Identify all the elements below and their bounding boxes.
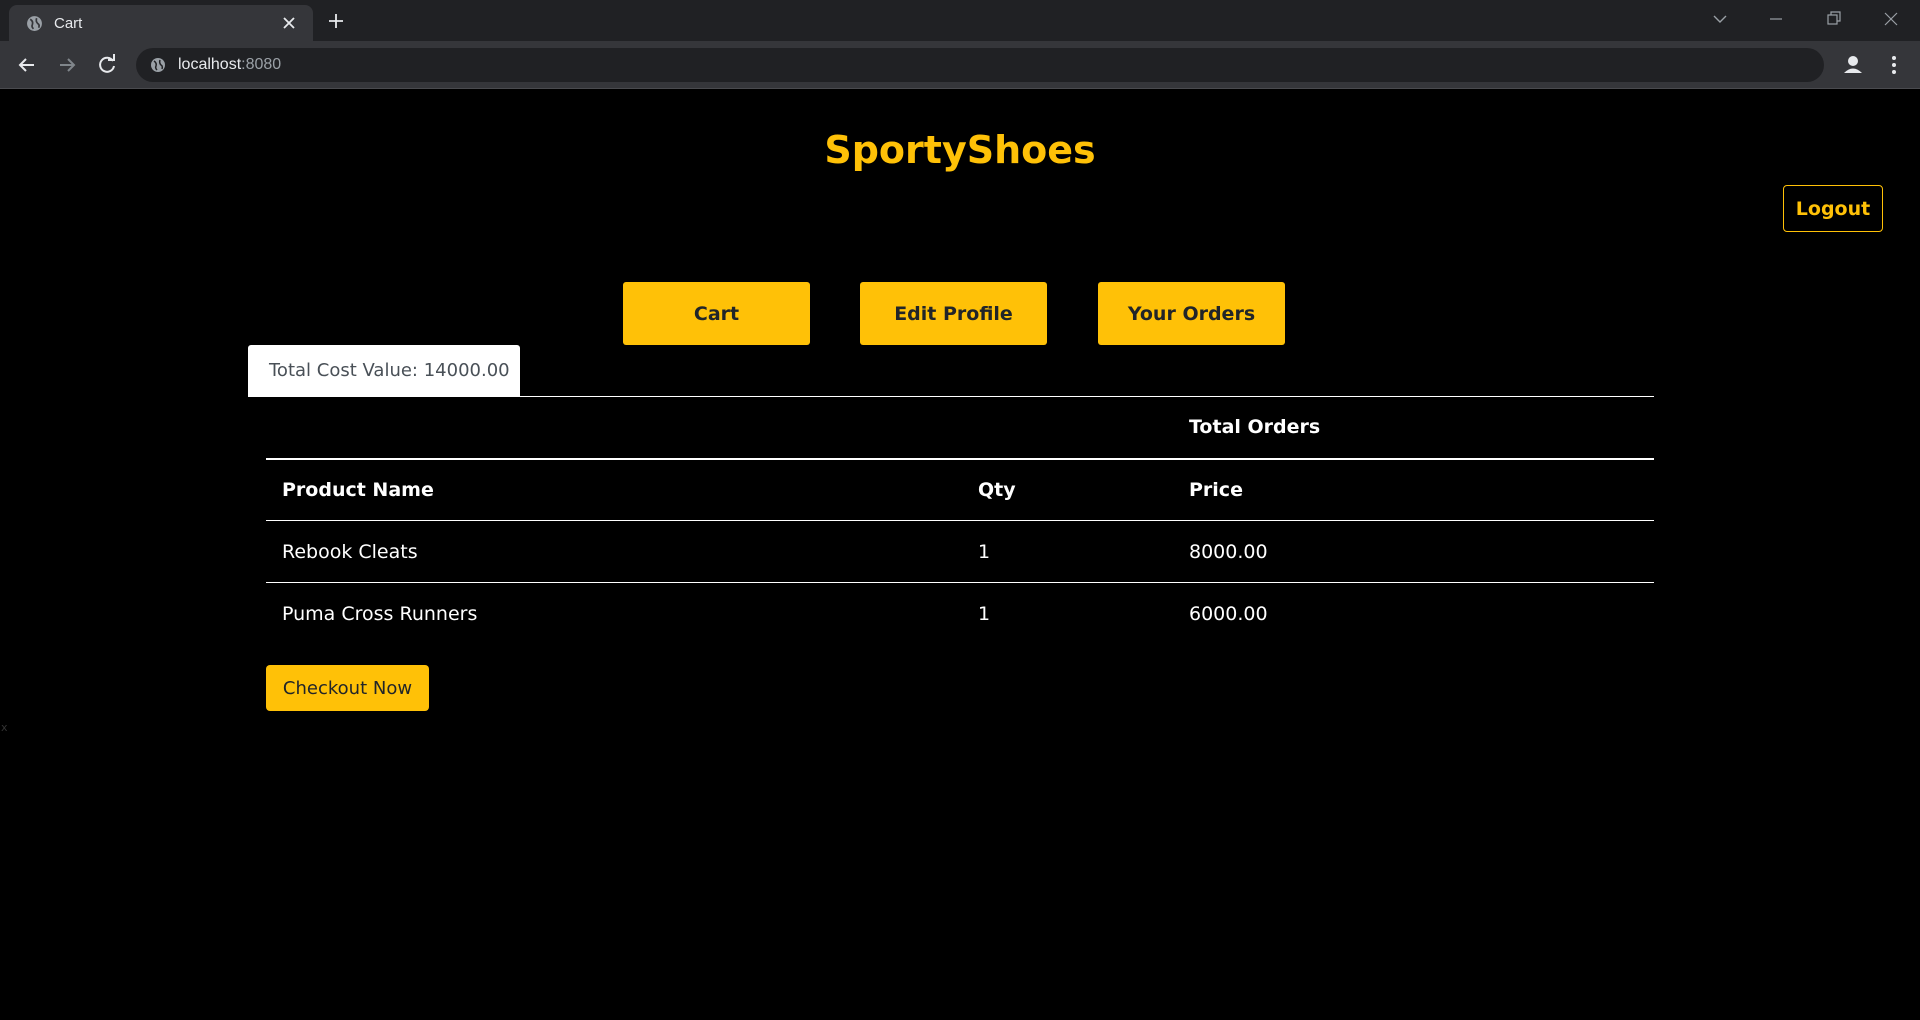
table-header-row: Product Name Qty Price <box>266 458 1654 521</box>
forward-arrow-icon[interactable] <box>55 53 79 77</box>
table-row: Rebook Cleats 1 8000.00 <box>266 520 1654 583</box>
checkout-now-button[interactable]: Checkout Now <box>266 665 429 711</box>
browser-toolbar: localhost:8080 <box>0 41 1920 89</box>
address-bar[interactable]: localhost:8080 <box>136 48 1824 82</box>
your-orders-button[interactable]: Your Orders <box>1098 282 1285 345</box>
product-name-cell: Puma Cross Runners <box>282 602 478 625</box>
browser-tab[interactable]: Cart <box>9 5 313 41</box>
column-header-price: Price <box>1173 458 1654 521</box>
kebab-menu-icon[interactable] <box>1882 53 1906 77</box>
site-info-icon[interactable] <box>150 57 166 73</box>
browser-tab-strip: Cart <box>0 0 1920 41</box>
stray-text: x <box>1 721 8 734</box>
reload-icon[interactable] <box>95 53 119 77</box>
price-cell: 6000.00 <box>1189 602 1268 625</box>
total-cost-value: Total Cost Value: 14000.00 <box>248 345 520 397</box>
product-name-cell: Rebook Cleats <box>266 520 962 583</box>
restore-icon[interactable] <box>1823 8 1845 30</box>
orders-table: Total Orders Product Name Qty Price Rebo… <box>266 396 1654 645</box>
new-tab-icon[interactable] <box>326 11 346 31</box>
tab-search-chevron-icon[interactable] <box>1709 8 1731 30</box>
price-cell: 8000.00 <box>1173 520 1654 583</box>
url-host: localhost <box>178 56 242 73</box>
table-group-header-row: Total Orders <box>266 396 1654 460</box>
tab-title: Cart <box>54 15 83 32</box>
brand-title: SportyShoes <box>824 128 1096 172</box>
close-tab-icon[interactable] <box>280 14 298 32</box>
qty-cell: 1 <box>962 520 1173 583</box>
minimize-icon[interactable] <box>1765 8 1787 30</box>
close-window-icon[interactable] <box>1880 8 1902 30</box>
globe-icon <box>27 16 42 31</box>
url-text: localhost:8080 <box>178 56 281 74</box>
cart-button[interactable]: Cart <box>623 282 810 345</box>
logout-button[interactable]: Logout <box>1783 185 1883 232</box>
column-header-qty: Qty <box>962 458 1173 521</box>
profile-icon[interactable] <box>1840 52 1866 78</box>
edit-profile-button[interactable]: Edit Profile <box>860 282 1047 345</box>
page-content: SportyShoes Logout Cart Edit Profile You… <box>0 90 1920 1020</box>
table-row: Puma Cross Runners 1 6000.00 <box>266 583 1654 645</box>
url-port: :8080 <box>241 56 282 73</box>
total-orders-header: Total Orders <box>1173 396 1654 460</box>
group-header-spacer <box>962 396 1173 460</box>
group-header-spacer <box>266 396 962 460</box>
back-arrow-icon[interactable] <box>15 53 39 77</box>
qty-cell: 1 <box>978 602 991 625</box>
column-header-product-name: Product Name <box>266 458 962 521</box>
